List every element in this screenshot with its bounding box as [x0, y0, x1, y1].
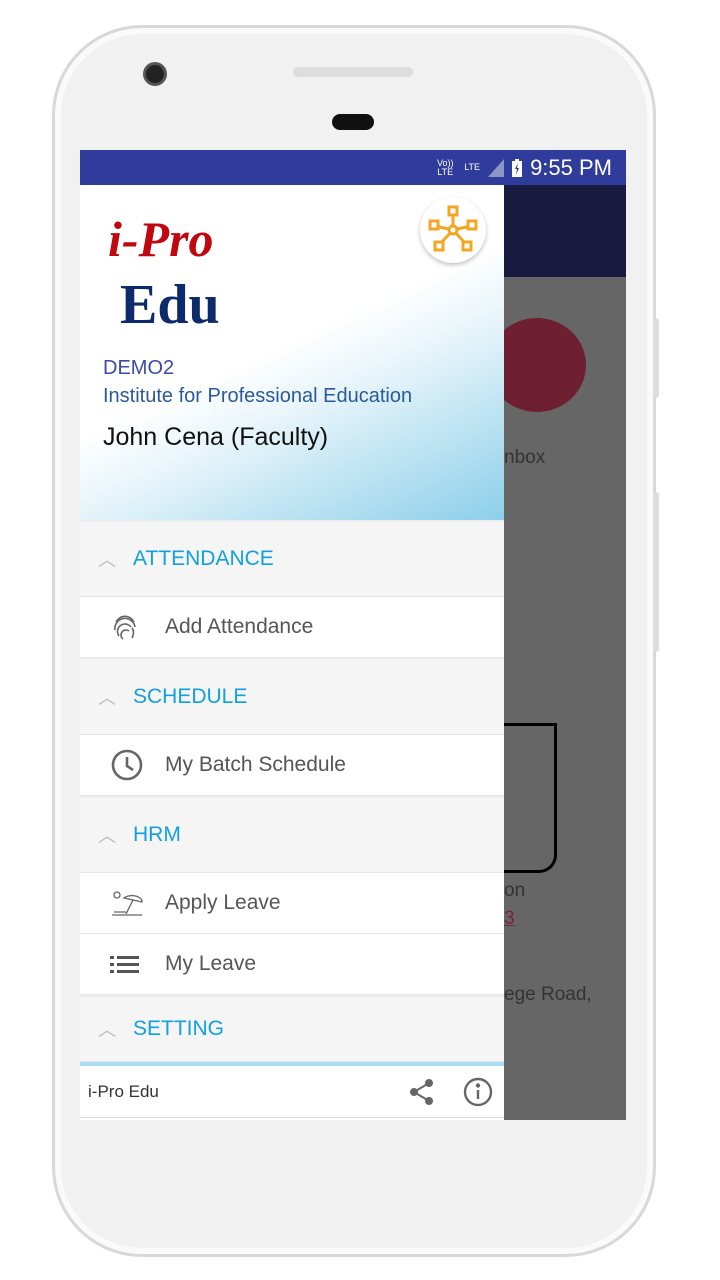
fingerprint-icon: [114, 615, 136, 640]
menu-item-label: My Batch Schedule: [165, 753, 346, 776]
info-icon[interactable]: [462, 1076, 494, 1108]
inbox-label: nbox: [504, 447, 546, 468]
clock: 9:55 PM: [530, 154, 612, 180]
logo: i-Pro: [108, 211, 214, 267]
screen: Vo)) LTE LTE 9:55 PM nbox on 3 ege Road,…: [80, 150, 626, 1120]
battery-icon: [512, 158, 523, 177]
earpiece: [293, 67, 413, 77]
bg-link: 3: [504, 908, 515, 929]
app-bar: [504, 185, 626, 277]
section-schedule[interactable]: ︿ SCHEDULE: [80, 658, 504, 735]
menu-item-label: Apply Leave: [165, 891, 281, 914]
app-name: i-Pro Edu: [88, 1081, 159, 1101]
bg-text: on: [504, 880, 526, 901]
front-camera: [143, 62, 167, 86]
drawer-footer: i-Pro Edu: [80, 1066, 504, 1118]
signal-icon: [488, 158, 505, 177]
section-attendance[interactable]: ︿ ATTENDANCE: [80, 520, 504, 597]
section-label: SETTING: [133, 1017, 225, 1040]
drawer-header: i-Pro Edu DEMO2 Institute for Profession…: [80, 185, 504, 520]
sensor: [332, 114, 374, 130]
menu-item-label: Add Attendance: [165, 615, 314, 638]
section-label: HRM: [133, 823, 181, 846]
navigation-drawer: i-Pro Edu DEMO2 Institute for Profession…: [80, 185, 504, 1120]
logo: Edu: [120, 274, 220, 336]
lte-indicator: LTE: [464, 162, 481, 172]
network-icon: [428, 205, 478, 252]
section-label: SCHEDULE: [133, 685, 248, 708]
power-button: [653, 492, 659, 652]
menu-item-my-leave[interactable]: My Leave: [80, 934, 504, 995]
chevron-up-icon: ︿: [98, 688, 116, 708]
beach-icon: [112, 891, 143, 916]
chevron-up-icon: ︿: [98, 826, 116, 846]
bg-text: ege Road,: [504, 984, 592, 1005]
institute-name: Institute for Professional Education: [103, 385, 413, 407]
list-icon: [110, 956, 139, 973]
share-icon[interactable]: [408, 1078, 436, 1106]
section-setting[interactable]: ︿ SETTING: [80, 995, 504, 1062]
section-hrm[interactable]: ︿ HRM: [80, 796, 504, 873]
clock-icon: [111, 749, 143, 781]
volte-indicator: Vo)) LTE: [436, 157, 454, 177]
menu-item-add-attendance[interactable]: Add Attendance: [80, 597, 504, 658]
menu-item-apply-leave[interactable]: Apply Leave: [80, 873, 504, 934]
chevron-up-icon: ︿: [98, 1020, 116, 1040]
network-button[interactable]: [420, 197, 486, 263]
institute-code: DEMO2: [103, 357, 175, 379]
menu-item-my-batch-schedule[interactable]: My Batch Schedule: [80, 735, 504, 796]
status-bar: Vo)) LTE LTE 9:55 PM: [80, 150, 626, 185]
user-name: John Cena (Faculty): [103, 423, 329, 451]
chevron-up-icon: ︿: [98, 550, 116, 570]
section-label: ATTENDANCE: [133, 547, 274, 570]
volume-button: [653, 318, 659, 398]
menu-item-label: My Leave: [165, 952, 257, 975]
